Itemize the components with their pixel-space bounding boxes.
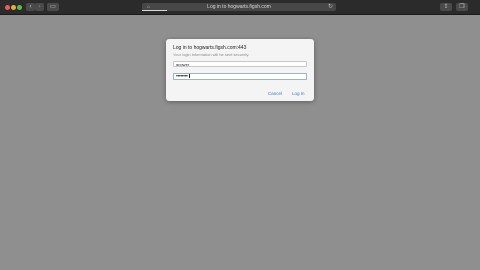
- cancel-button[interactable]: Cancel: [268, 91, 282, 96]
- chevron-right-icon: ›: [38, 4, 41, 10]
- maximize-window-button[interactable]: [17, 5, 22, 10]
- dialog-title: Log in to hogwarts.figsh.com:443: [173, 45, 247, 51]
- sidebar-button[interactable]: ▭: [47, 3, 59, 11]
- address-text: Log in to hogwarts.figsh.com: [207, 4, 271, 10]
- browser-window: ‹ › ▭ ⌂ Log in to hogwarts.figsh.com ↻ ⇪…: [0, 0, 480, 270]
- tabs-icon: ❐: [459, 4, 465, 10]
- password-field[interactable]: ••••••••: [173, 73, 307, 80]
- share-button[interactable]: ⇪: [440, 3, 452, 11]
- username-field[interactable]: [173, 61, 307, 67]
- login-dialog: Log in to hogwarts.figsh.com:443 Your lo…: [166, 39, 314, 101]
- chevron-left-icon: ‹: [29, 4, 32, 10]
- minimize-window-button[interactable]: [11, 5, 16, 10]
- page-load-progress: [142, 10, 168, 11]
- reload-icon[interactable]: ↻: [328, 3, 333, 11]
- text-caret: [188, 74, 190, 78]
- back-button[interactable]: ‹: [26, 3, 35, 11]
- close-window-button[interactable]: [5, 5, 10, 10]
- tabs-overview-button[interactable]: ❐: [456, 3, 468, 11]
- sidebar-icon: ▭: [50, 4, 56, 10]
- dialog-subtitle: Your login information will be sent secu…: [173, 52, 250, 57]
- address-bar[interactable]: ⌂ Log in to hogwarts.figsh.com ↻: [142, 3, 336, 11]
- forward-button[interactable]: ›: [35, 3, 44, 11]
- browser-toolbar: ‹ › ▭ ⌂ Log in to hogwarts.figsh.com ↻ ⇪…: [0, 0, 480, 15]
- login-button[interactable]: Log In: [292, 91, 305, 96]
- share-icon: ⇪: [443, 4, 449, 10]
- password-mask: ••••••••: [176, 73, 190, 80]
